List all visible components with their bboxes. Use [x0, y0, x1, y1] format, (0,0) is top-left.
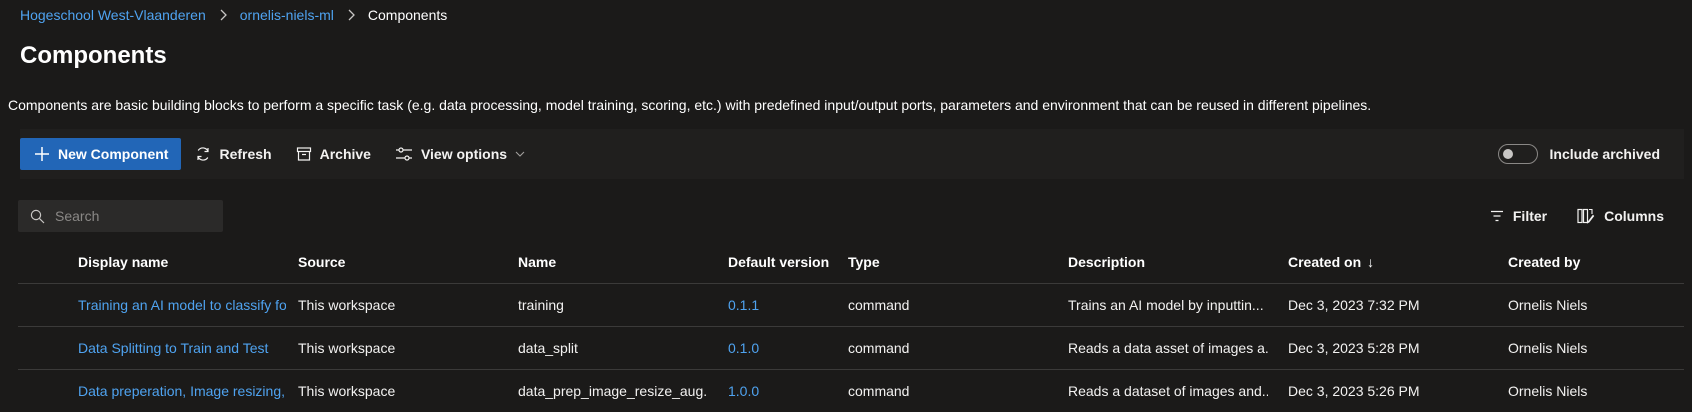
type-cell: command — [848, 340, 910, 356]
components-table: Display name Source Name Default version… — [18, 240, 1684, 412]
breadcrumb-workspace-org[interactable]: Hogeschool West-Vlaanderen — [20, 7, 206, 23]
display-name-link[interactable]: Data Splitting to Train and Test — [78, 327, 286, 369]
header-created-by[interactable]: Created by — [1508, 240, 1678, 283]
include-archived-toggle[interactable] — [1497, 144, 1538, 164]
include-archived-control: Include archived — [1497, 144, 1660, 164]
filter-label: Filter — [1512, 208, 1548, 224]
new-component-button[interactable]: New Component — [20, 138, 182, 170]
table-row[interactable]: Data Splitting to Train and Test This wo… — [18, 327, 1684, 370]
created-on-cell: Dec 3, 2023 5:26 PM — [1288, 383, 1420, 399]
refresh-icon — [197, 147, 210, 161]
sliders-icon — [395, 147, 412, 161]
view-options-label: View options — [420, 146, 508, 162]
breadcrumb-workspace[interactable]: ornelis-niels-ml — [240, 7, 334, 23]
filter-button[interactable]: Filter — [1490, 208, 1547, 224]
header-created-on-label: Created on — [1288, 253, 1362, 270]
description-cell: Trains an AI model by inputtin... — [1068, 297, 1264, 313]
chevron-down-icon — [515, 151, 525, 157]
archive-button[interactable]: Archive — [286, 138, 381, 170]
name-cell: data_split — [518, 340, 578, 356]
table-header-row: Display name Source Name Default version… — [18, 240, 1684, 284]
archive-icon — [296, 147, 311, 161]
created-by-cell: Ornelis Niels — [1508, 383, 1588, 399]
version-link[interactable]: 0.1.1 — [728, 284, 838, 326]
header-type[interactable]: Type — [848, 240, 1048, 283]
header-name[interactable]: Name — [518, 240, 708, 283]
columns-button[interactable]: Columns — [1577, 208, 1664, 224]
source-cell: This workspace — [298, 383, 396, 399]
created-on-cell: Dec 3, 2023 5:28 PM — [1288, 340, 1420, 356]
header-default-version[interactable]: Default version — [728, 240, 838, 283]
filter-icon — [1490, 210, 1503, 222]
header-display-name[interactable]: Display name — [78, 240, 286, 283]
type-cell: command — [848, 383, 910, 399]
archive-label: Archive — [319, 146, 371, 162]
chevron-right-icon — [219, 9, 227, 21]
version-link[interactable]: 0.1.0 — [728, 327, 838, 369]
page-description: Components are basic building blocks to … — [8, 97, 1372, 113]
plus-icon — [35, 147, 49, 161]
include-archived-label: Include archived — [1549, 146, 1660, 162]
created-by-cell: Ornelis Niels — [1508, 340, 1588, 356]
description-cell: Reads a data asset of images a... — [1068, 340, 1268, 356]
name-cell: data_prep_image_resize_aug... — [518, 383, 708, 399]
chevron-right-icon — [347, 9, 355, 21]
display-name-link[interactable]: Training an AI model to classify fo — [78, 284, 286, 326]
source-cell: This workspace — [298, 297, 396, 313]
breadcrumb: Hogeschool West-Vlaanderen ornelis-niels… — [20, 4, 447, 26]
page-title: Components — [20, 42, 167, 69]
breadcrumb-current: Components — [367, 7, 448, 23]
name-cell: training — [518, 297, 564, 313]
command-bar: New Component Refresh Archive View optio… — [20, 129, 1684, 179]
version-link[interactable]: 1.0.0 — [728, 370, 838, 412]
new-component-label: New Component — [58, 146, 169, 162]
header-description[interactable]: Description — [1068, 240, 1268, 283]
description-cell: Reads a dataset of images and... — [1068, 383, 1268, 399]
search-icon — [30, 209, 45, 223]
table-row[interactable]: Training an AI model to classify fo This… — [18, 284, 1684, 327]
source-cell: This workspace — [298, 340, 396, 356]
search-box — [18, 200, 223, 232]
refresh-label: Refresh — [219, 146, 272, 162]
refresh-button[interactable]: Refresh — [185, 138, 281, 170]
columns-icon — [1577, 208, 1595, 224]
sort-descending-icon: ↓ — [1367, 253, 1375, 270]
table-row[interactable]: Data preperation, Image resizing, This w… — [18, 370, 1684, 412]
type-cell: command — [848, 297, 910, 313]
toggle-knob — [1502, 149, 1513, 159]
header-created-on[interactable]: Created on ↓ — [1288, 240, 1488, 283]
view-options-button[interactable]: View options — [385, 138, 535, 170]
columns-label: Columns — [1604, 208, 1664, 224]
grid-actions: Filter Columns — [1490, 200, 1664, 232]
created-on-cell: Dec 3, 2023 7:32 PM — [1288, 297, 1420, 313]
display-name-link[interactable]: Data preperation, Image resizing, — [78, 370, 286, 412]
created-by-cell: Ornelis Niels — [1508, 297, 1588, 313]
search-input[interactable] — [55, 208, 205, 224]
header-source[interactable]: Source — [298, 240, 498, 283]
